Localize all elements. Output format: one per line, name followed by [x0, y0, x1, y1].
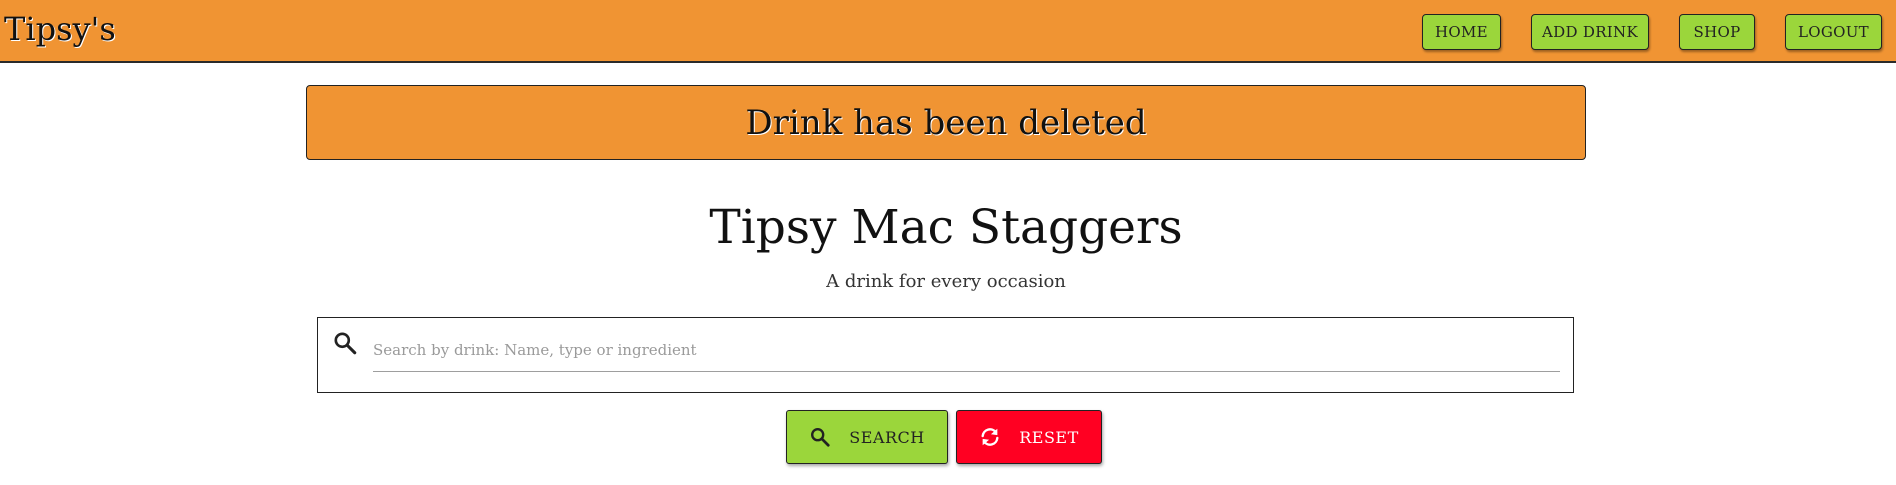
brand-logo[interactable]: Tipsy's — [4, 10, 116, 48]
top-navbar: Tipsy's HOME ADD DRINK SHOP LOGOUT — [0, 0, 1896, 63]
add-drink-button[interactable]: ADD DRINK — [1531, 14, 1649, 50]
search-icon — [809, 426, 831, 448]
page-title: Tipsy Mac Staggers — [709, 200, 1183, 255]
page-subtitle: A drink for every occasion — [826, 271, 1066, 292]
search-icon — [332, 330, 358, 356]
search-button[interactable]: SEARCH — [786, 410, 948, 464]
search-button-label: SEARCH — [849, 427, 925, 447]
sync-icon — [979, 426, 1001, 448]
logout-button[interactable]: LOGOUT — [1785, 14, 1882, 50]
search-input[interactable] — [373, 328, 1560, 372]
flash-message: Drink has been deleted — [306, 85, 1586, 160]
shop-button[interactable]: SHOP — [1679, 14, 1755, 50]
reset-button-label: RESET — [1019, 427, 1079, 447]
flash-message-text: Drink has been deleted — [745, 102, 1147, 143]
search-form — [317, 317, 1574, 393]
reset-button[interactable]: RESET — [956, 410, 1102, 464]
home-button[interactable]: HOME — [1422, 14, 1501, 50]
